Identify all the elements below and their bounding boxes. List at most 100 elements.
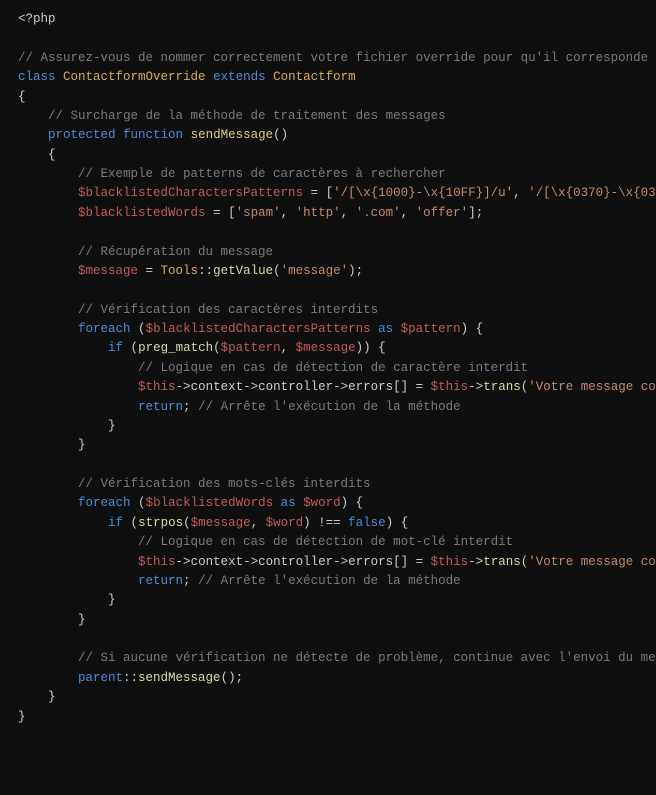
comma: , bbox=[341, 206, 356, 220]
arrow: -> bbox=[333, 380, 348, 394]
var-this: $this bbox=[138, 555, 176, 569]
kw-as: as bbox=[281, 496, 296, 510]
str-err1: 'Votre message co bbox=[528, 380, 656, 394]
var-pattern: $pattern bbox=[401, 322, 461, 336]
comma: , bbox=[251, 516, 266, 530]
arrow: -> bbox=[333, 555, 348, 569]
brace-close: } bbox=[108, 419, 116, 433]
str-err2: 'Votre message co bbox=[528, 555, 656, 569]
var-bw: $blacklistedWords bbox=[146, 496, 274, 510]
arrow: -> bbox=[468, 380, 483, 394]
var-bw: $blacklistedWords bbox=[78, 206, 206, 220]
str-pattern2: '/[\x{0370}-\x{03 bbox=[528, 186, 656, 200]
eq: = bbox=[138, 264, 161, 278]
str-offer: 'offer' bbox=[416, 206, 469, 220]
var-this: $this bbox=[431, 555, 469, 569]
brace-open: { bbox=[48, 148, 56, 162]
arr-open: [ bbox=[326, 186, 334, 200]
kw-protected: protected bbox=[48, 128, 116, 142]
comment-char-detect: // Logique en cas de détection de caract… bbox=[138, 361, 528, 375]
trans-call: trans bbox=[483, 555, 521, 569]
str-message: 'message' bbox=[281, 264, 349, 278]
var-word: $word bbox=[266, 516, 304, 530]
prop-controller: controller bbox=[258, 555, 333, 569]
var-word: $word bbox=[303, 496, 341, 510]
semi: ; bbox=[183, 400, 191, 414]
comment-getmsg: // Récupération du message bbox=[78, 245, 273, 259]
strpos-call: strpos bbox=[138, 516, 183, 530]
getvalue-call: getValue bbox=[213, 264, 273, 278]
kw-as: as bbox=[378, 322, 393, 336]
prop-errors: errors[] bbox=[348, 555, 408, 569]
comma: , bbox=[401, 206, 416, 220]
dcolon: :: bbox=[198, 264, 213, 278]
comment-stop2: // Arrête l'exécution de la méthode bbox=[191, 574, 461, 588]
prop-controller: controller bbox=[258, 380, 333, 394]
comment-check-words: // Vérification des mots-clés interdits bbox=[78, 477, 371, 491]
p-open: ( bbox=[138, 496, 146, 510]
tools-class: Tools bbox=[161, 264, 199, 278]
var-msg: $message bbox=[191, 516, 251, 530]
class-name: ContactformOverride bbox=[63, 70, 206, 84]
eq: = bbox=[206, 206, 229, 220]
comment-continue: // Si aucune vérification ne détecte de … bbox=[78, 651, 656, 665]
brace-close: } bbox=[78, 613, 86, 627]
p-close: ) bbox=[303, 516, 311, 530]
prop-context: context bbox=[191, 380, 244, 394]
p-open: ( bbox=[183, 516, 191, 530]
str-com: '.com' bbox=[356, 206, 401, 220]
kw-return: return bbox=[138, 574, 183, 588]
var-msg: $message bbox=[296, 341, 356, 355]
comment-patterns: // Exemple de patterns de caractères à r… bbox=[78, 167, 446, 181]
dcolon: :: bbox=[123, 671, 138, 685]
p-close-brace: ) { bbox=[461, 322, 484, 336]
kw-false: false bbox=[348, 516, 386, 530]
kw-foreach: foreach bbox=[78, 496, 131, 510]
eq: = bbox=[408, 555, 431, 569]
semi: ; bbox=[183, 574, 191, 588]
comment-stop1: // Arrête l'exécution de la méthode bbox=[191, 400, 461, 414]
arrow: -> bbox=[468, 555, 483, 569]
kw-foreach: foreach bbox=[78, 322, 131, 336]
brace-close: } bbox=[48, 690, 56, 704]
parens-semi: (); bbox=[221, 671, 244, 685]
kw-extends: extends bbox=[213, 70, 266, 84]
comma: , bbox=[513, 186, 528, 200]
var-this: $this bbox=[431, 380, 469, 394]
kw-class: class bbox=[18, 70, 56, 84]
p-close-brace: ) { bbox=[386, 516, 409, 530]
arrow: -> bbox=[176, 555, 191, 569]
comma: , bbox=[281, 206, 296, 220]
p-open: ( bbox=[273, 264, 281, 278]
arrow: -> bbox=[243, 555, 258, 569]
comment-method: // Surcharge de la méthode de traitement… bbox=[48, 109, 446, 123]
str-spam: 'spam' bbox=[236, 206, 281, 220]
eq: = bbox=[303, 186, 326, 200]
var-pattern: $pattern bbox=[221, 341, 281, 355]
p-open: ( bbox=[131, 341, 139, 355]
var-this: $this bbox=[138, 380, 176, 394]
var-msg: $message bbox=[78, 264, 138, 278]
kw-function: function bbox=[123, 128, 183, 142]
var-bcp: $blacklistedCharactersPatterns bbox=[78, 186, 303, 200]
var-bcp: $blacklistedCharactersPatterns bbox=[146, 322, 371, 336]
kw-parent: parent bbox=[78, 671, 123, 685]
parent-class: Contactform bbox=[273, 70, 356, 84]
kw-if: if bbox=[108, 516, 123, 530]
kw-return: return bbox=[138, 400, 183, 414]
brace-close: } bbox=[78, 438, 86, 452]
code-block: <?php // Assurez-vous de nommer correcte… bbox=[0, 0, 656, 737]
str-http: 'http' bbox=[296, 206, 341, 220]
p-open: ( bbox=[213, 341, 221, 355]
eq: = bbox=[408, 380, 431, 394]
arr-open: [ bbox=[228, 206, 236, 220]
comment-check-chars: // Vérification des caractères interdits bbox=[78, 303, 378, 317]
brace-close: } bbox=[108, 593, 116, 607]
p-open: ( bbox=[131, 516, 139, 530]
neq: !== bbox=[311, 516, 349, 530]
comment-word-detect: // Logique en cas de détection de mot-cl… bbox=[138, 535, 513, 549]
trans-call: trans bbox=[483, 380, 521, 394]
method-name: sendMessage bbox=[191, 128, 274, 142]
arrow: -> bbox=[243, 380, 258, 394]
str-pattern1: '/[\x{1000}-\x{10FF}]/u' bbox=[333, 186, 513, 200]
